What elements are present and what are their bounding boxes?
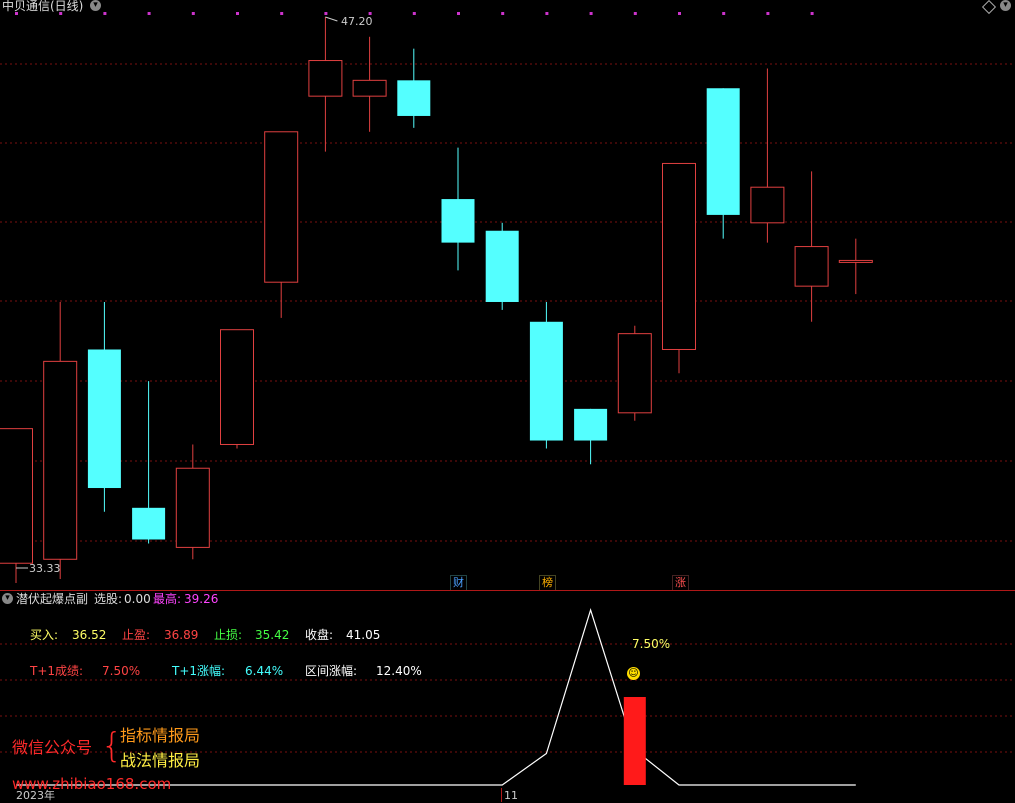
candle-body [838,259,873,263]
top-dot [722,12,726,15]
candle-body [750,186,785,224]
candle-body [87,349,121,489]
top-dot [412,12,416,15]
t1-rise-value: 6.44% [245,664,284,678]
candle-body [662,162,696,350]
close-value: 41.05 [346,628,381,642]
candle-body [308,60,343,97]
watermark-wechat: 微信公众号 [12,738,93,757]
top-dot [280,12,284,15]
candle-body [485,230,519,302]
top-dot [59,12,63,15]
range-rise-label: 区间涨幅: [305,664,358,678]
candle-body [529,321,563,441]
watermark-line2: 战法情报局 [120,751,201,770]
take-profit-label: 止盈: [122,628,151,642]
high-arrow [325,16,338,22]
top-dot [103,12,107,15]
panel-divider [0,590,1015,591]
top-dot [457,12,460,15]
top-dot [545,12,549,15]
smiley-icon: ☺ [627,667,640,680]
chevron-down-icon[interactable]: ▾ [2,593,13,604]
marker-cai[interactable]: 财 [450,575,467,591]
candle-body [0,428,33,564]
t1-result-value: 7.50% [102,664,141,678]
high-value: 39.26 [184,592,219,606]
top-dot [324,12,328,15]
close-label: 收盘: [305,628,334,642]
watermark-line1: 指标情报局 [120,726,201,745]
price-low-label: 33.33 [29,562,61,575]
marker-zhang[interactable]: 涨 [672,575,689,591]
t1-result-label: T+1成绩: [30,664,84,678]
top-dot [191,12,195,15]
candle-body [397,80,431,116]
candle-body [132,507,166,540]
candle-body [617,333,652,414]
t1-rise-label: T+1涨幅: [172,664,226,678]
high-label: 最高: [153,592,182,606]
take-profit-value: 36.89 [164,628,199,642]
candlestick-chart[interactable] [0,0,1015,590]
candle-body [352,79,387,97]
stop-loss-value: 35.42 [255,628,290,642]
indicator-bar [623,697,646,785]
top-dot [15,12,18,15]
candle-body [220,329,254,445]
month-tick [501,788,502,802]
year-label: 2023年 [16,789,55,802]
top-dot [810,12,814,15]
buy-value: 36.52 [72,628,107,642]
candle-body [175,467,210,548]
indicator-name: 潜伏起爆点副 [16,592,89,606]
top-dot [766,12,770,15]
candle-body [574,408,608,441]
candle-body [441,199,475,243]
top-dot [678,12,681,15]
candle-body [794,246,829,287]
price-high-label: 47.20 [341,15,373,28]
marker-bang[interactable]: 榜 [539,575,556,591]
stop-loss-label: 止损: [214,628,243,642]
candle-body [706,88,740,215]
top-dot [589,12,593,15]
pick-label: 选股: [94,592,123,606]
bar-annotation: 7.50% [632,637,671,651]
top-dot [147,12,151,15]
pick-value: 0.00 [124,592,151,606]
range-rise-value: 12.40% [376,664,422,678]
month-label: 11 [504,789,518,802]
top-dot [501,12,505,15]
buy-label: 买入: [30,628,59,642]
candle-body [43,360,78,560]
top-dot [236,12,239,15]
top-dot [633,12,637,15]
candle-body [264,131,299,283]
